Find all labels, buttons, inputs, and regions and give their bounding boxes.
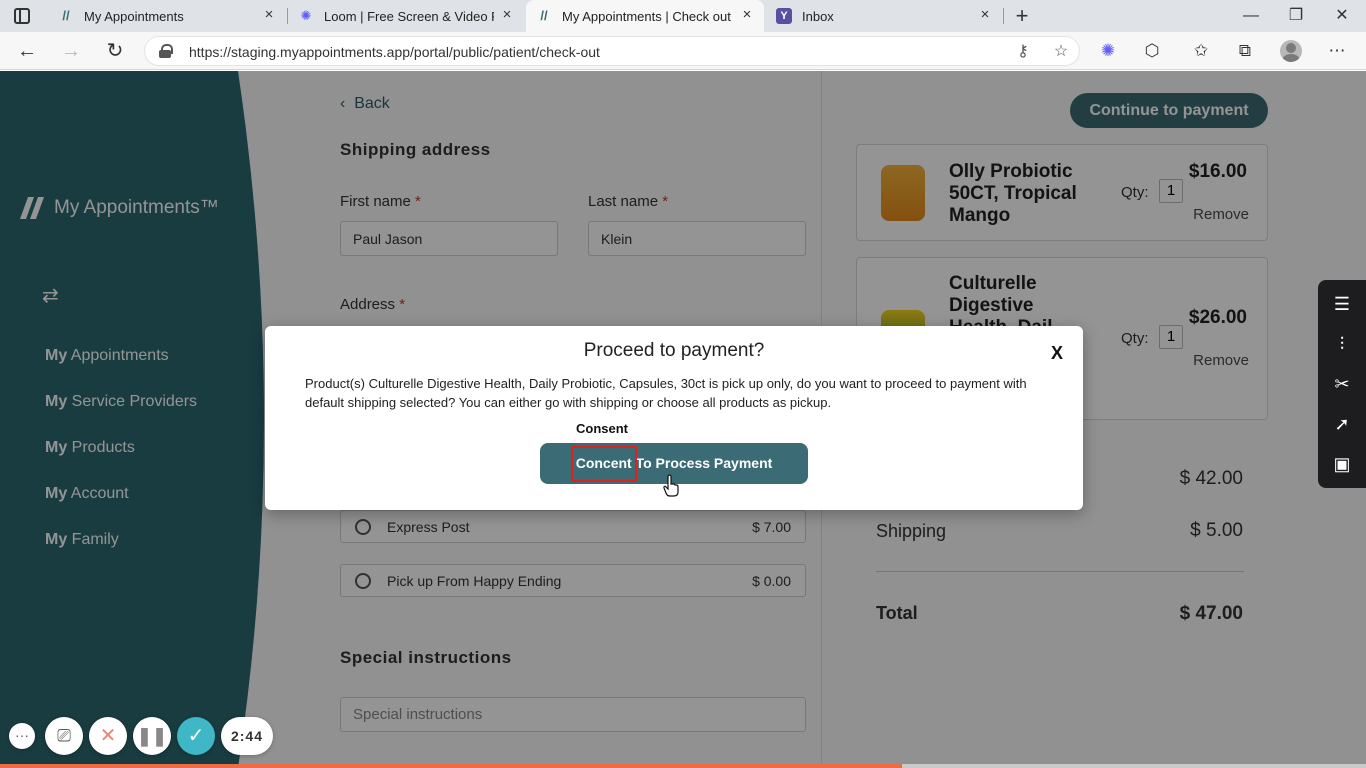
tab-check-out[interactable]: // My Appointments | Check out × <box>526 0 764 32</box>
loom-drawing-toolbar: ☰ ⫶ ✂ ➚ ▣ <box>1318 280 1366 488</box>
image-icon[interactable]: ▣ <box>1330 452 1354 476</box>
sliders-icon[interactable]: ⫶ <box>1330 332 1354 356</box>
consent-label: Consent <box>576 421 628 436</box>
tab-close-icon[interactable]: × <box>262 7 276 22</box>
hand-pointer-cursor-icon <box>663 474 679 497</box>
menu-lines-icon[interactable]: ☰ <box>1330 292 1354 316</box>
tab-actions-icon[interactable] <box>14 8 30 24</box>
recording-timer: 2:44 <box>221 717 273 755</box>
new-tab-button[interactable]: + <box>1012 4 1032 28</box>
close-icon[interactable]: X <box>1047 342 1067 364</box>
my-appointments-favicon-icon: // <box>540 8 548 23</box>
tab-inbox[interactable]: Y Inbox × <box>766 0 1002 32</box>
lock-icon[interactable] <box>159 44 173 58</box>
pause-icon[interactable]: ❚❚ <box>133 717 171 755</box>
close-window-button[interactable]: ✕ <box>1327 4 1357 28</box>
recording-progress-bar <box>0 764 1366 768</box>
pointer-select-icon[interactable]: ➚ <box>1330 412 1354 436</box>
more-options-icon[interactable]: ··· <box>9 723 35 749</box>
camera-toggle-icon[interactable]: ⎚ <box>45 717 83 755</box>
key-icon[interactable]: ⚷ <box>1013 42 1033 62</box>
more-menu-icon[interactable]: ⋯ <box>1326 40 1348 62</box>
loom-extension-icon[interactable]: ✺ <box>1097 40 1119 62</box>
tab-close-icon[interactable]: × <box>500 7 514 22</box>
extensions-puzzle-icon[interactable]: ⬡ <box>1141 40 1163 62</box>
tab-title: My Appointments <box>84 8 184 24</box>
my-appointments-favicon-icon: // <box>62 8 70 23</box>
tab-close-icon[interactable]: × <box>740 7 754 22</box>
tab-separator <box>1003 8 1004 24</box>
reload-icon[interactable]: ↻ <box>102 38 128 64</box>
annotation-highlight-box <box>571 446 637 482</box>
loom-favicon-icon: ✺ <box>300 8 312 23</box>
favorite-star-icon[interactable]: ☆ <box>1051 42 1071 62</box>
collections-icon[interactable]: ⧉ <box>1234 40 1256 62</box>
tab-loom[interactable]: ✺ Loom | Free Screen & Video Rec × <box>288 0 524 32</box>
minimize-button[interactable]: — <box>1236 4 1266 28</box>
tab-title: Loom | Free Screen & Video Rec <box>324 8 494 24</box>
tab-close-icon[interactable]: × <box>978 7 992 22</box>
url-text[interactable]: https://staging.myappointments.app/porta… <box>189 44 600 60</box>
scissors-icon[interactable]: ✂ <box>1330 372 1354 396</box>
dialog-title: Proceed to payment? <box>583 340 765 361</box>
tab-title: Inbox <box>802 8 834 24</box>
address-bar[interactable]: https://staging.myappointments.app/porta… <box>144 36 1080 66</box>
finish-recording-checkmark-icon[interactable]: ✓ <box>177 717 215 755</box>
back-arrow-icon[interactable]: ← <box>14 38 40 64</box>
dialog-message: Product(s) Culturelle Digestive Health, … <box>305 376 1027 410</box>
profile-avatar[interactable] <box>1280 40 1302 62</box>
browser-toolbar: ← → ↻ https://staging.myappointments.app… <box>0 32 1366 70</box>
restore-button[interactable]: ❐ <box>1281 4 1311 28</box>
tab-my-appointments[interactable]: // My Appointments × <box>48 0 286 32</box>
recording-progress-fill <box>0 764 902 768</box>
browser-tab-bar: // My Appointments × ✺ Loom | Free Scree… <box>0 0 1366 32</box>
cancel-recording-icon[interactable]: ✕ <box>89 717 127 755</box>
tab-title: My Appointments | Check out <box>562 8 731 24</box>
yahoo-favicon-icon: Y <box>776 8 792 24</box>
forward-arrow-icon[interactable]: → <box>58 38 84 64</box>
favorites-icon[interactable]: ✩ <box>1190 40 1212 62</box>
